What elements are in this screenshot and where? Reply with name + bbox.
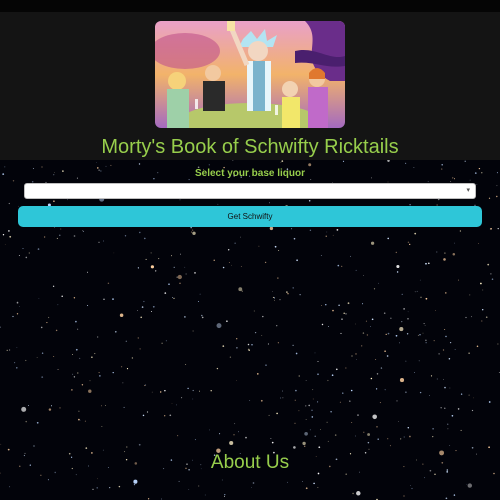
top-bar (0, 0, 500, 12)
get-schwifty-button[interactable]: Get Schwifty (18, 206, 482, 227)
page-title: Morty's Book of Schwifty Ricktails (101, 136, 399, 158)
base-liquor-label: Select your base liquor (194, 168, 306, 179)
base-liquor-select[interactable]: ▾ (24, 183, 476, 199)
about-us-heading: About Us (210, 452, 290, 473)
chevron-down-icon: ▾ (466, 187, 470, 194)
hero-image (155, 21, 345, 128)
header: Morty's Book of Schwifty Ricktails (0, 12, 500, 160)
